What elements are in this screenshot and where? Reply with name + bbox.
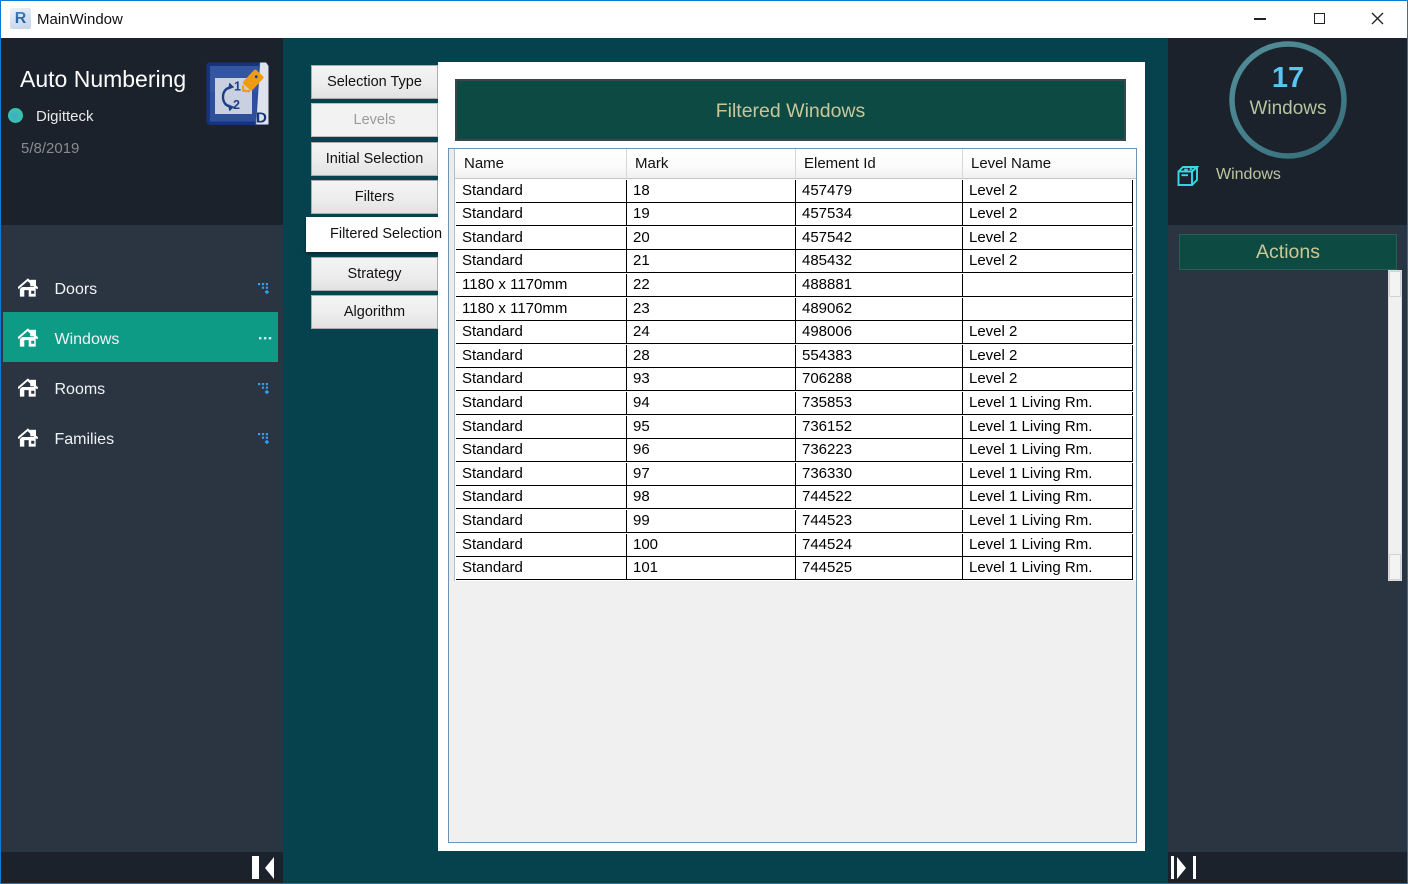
svg-text:D: D <box>256 110 267 127</box>
svg-text:1: 1 <box>234 80 241 94</box>
svg-text:2: 2 <box>233 98 240 112</box>
